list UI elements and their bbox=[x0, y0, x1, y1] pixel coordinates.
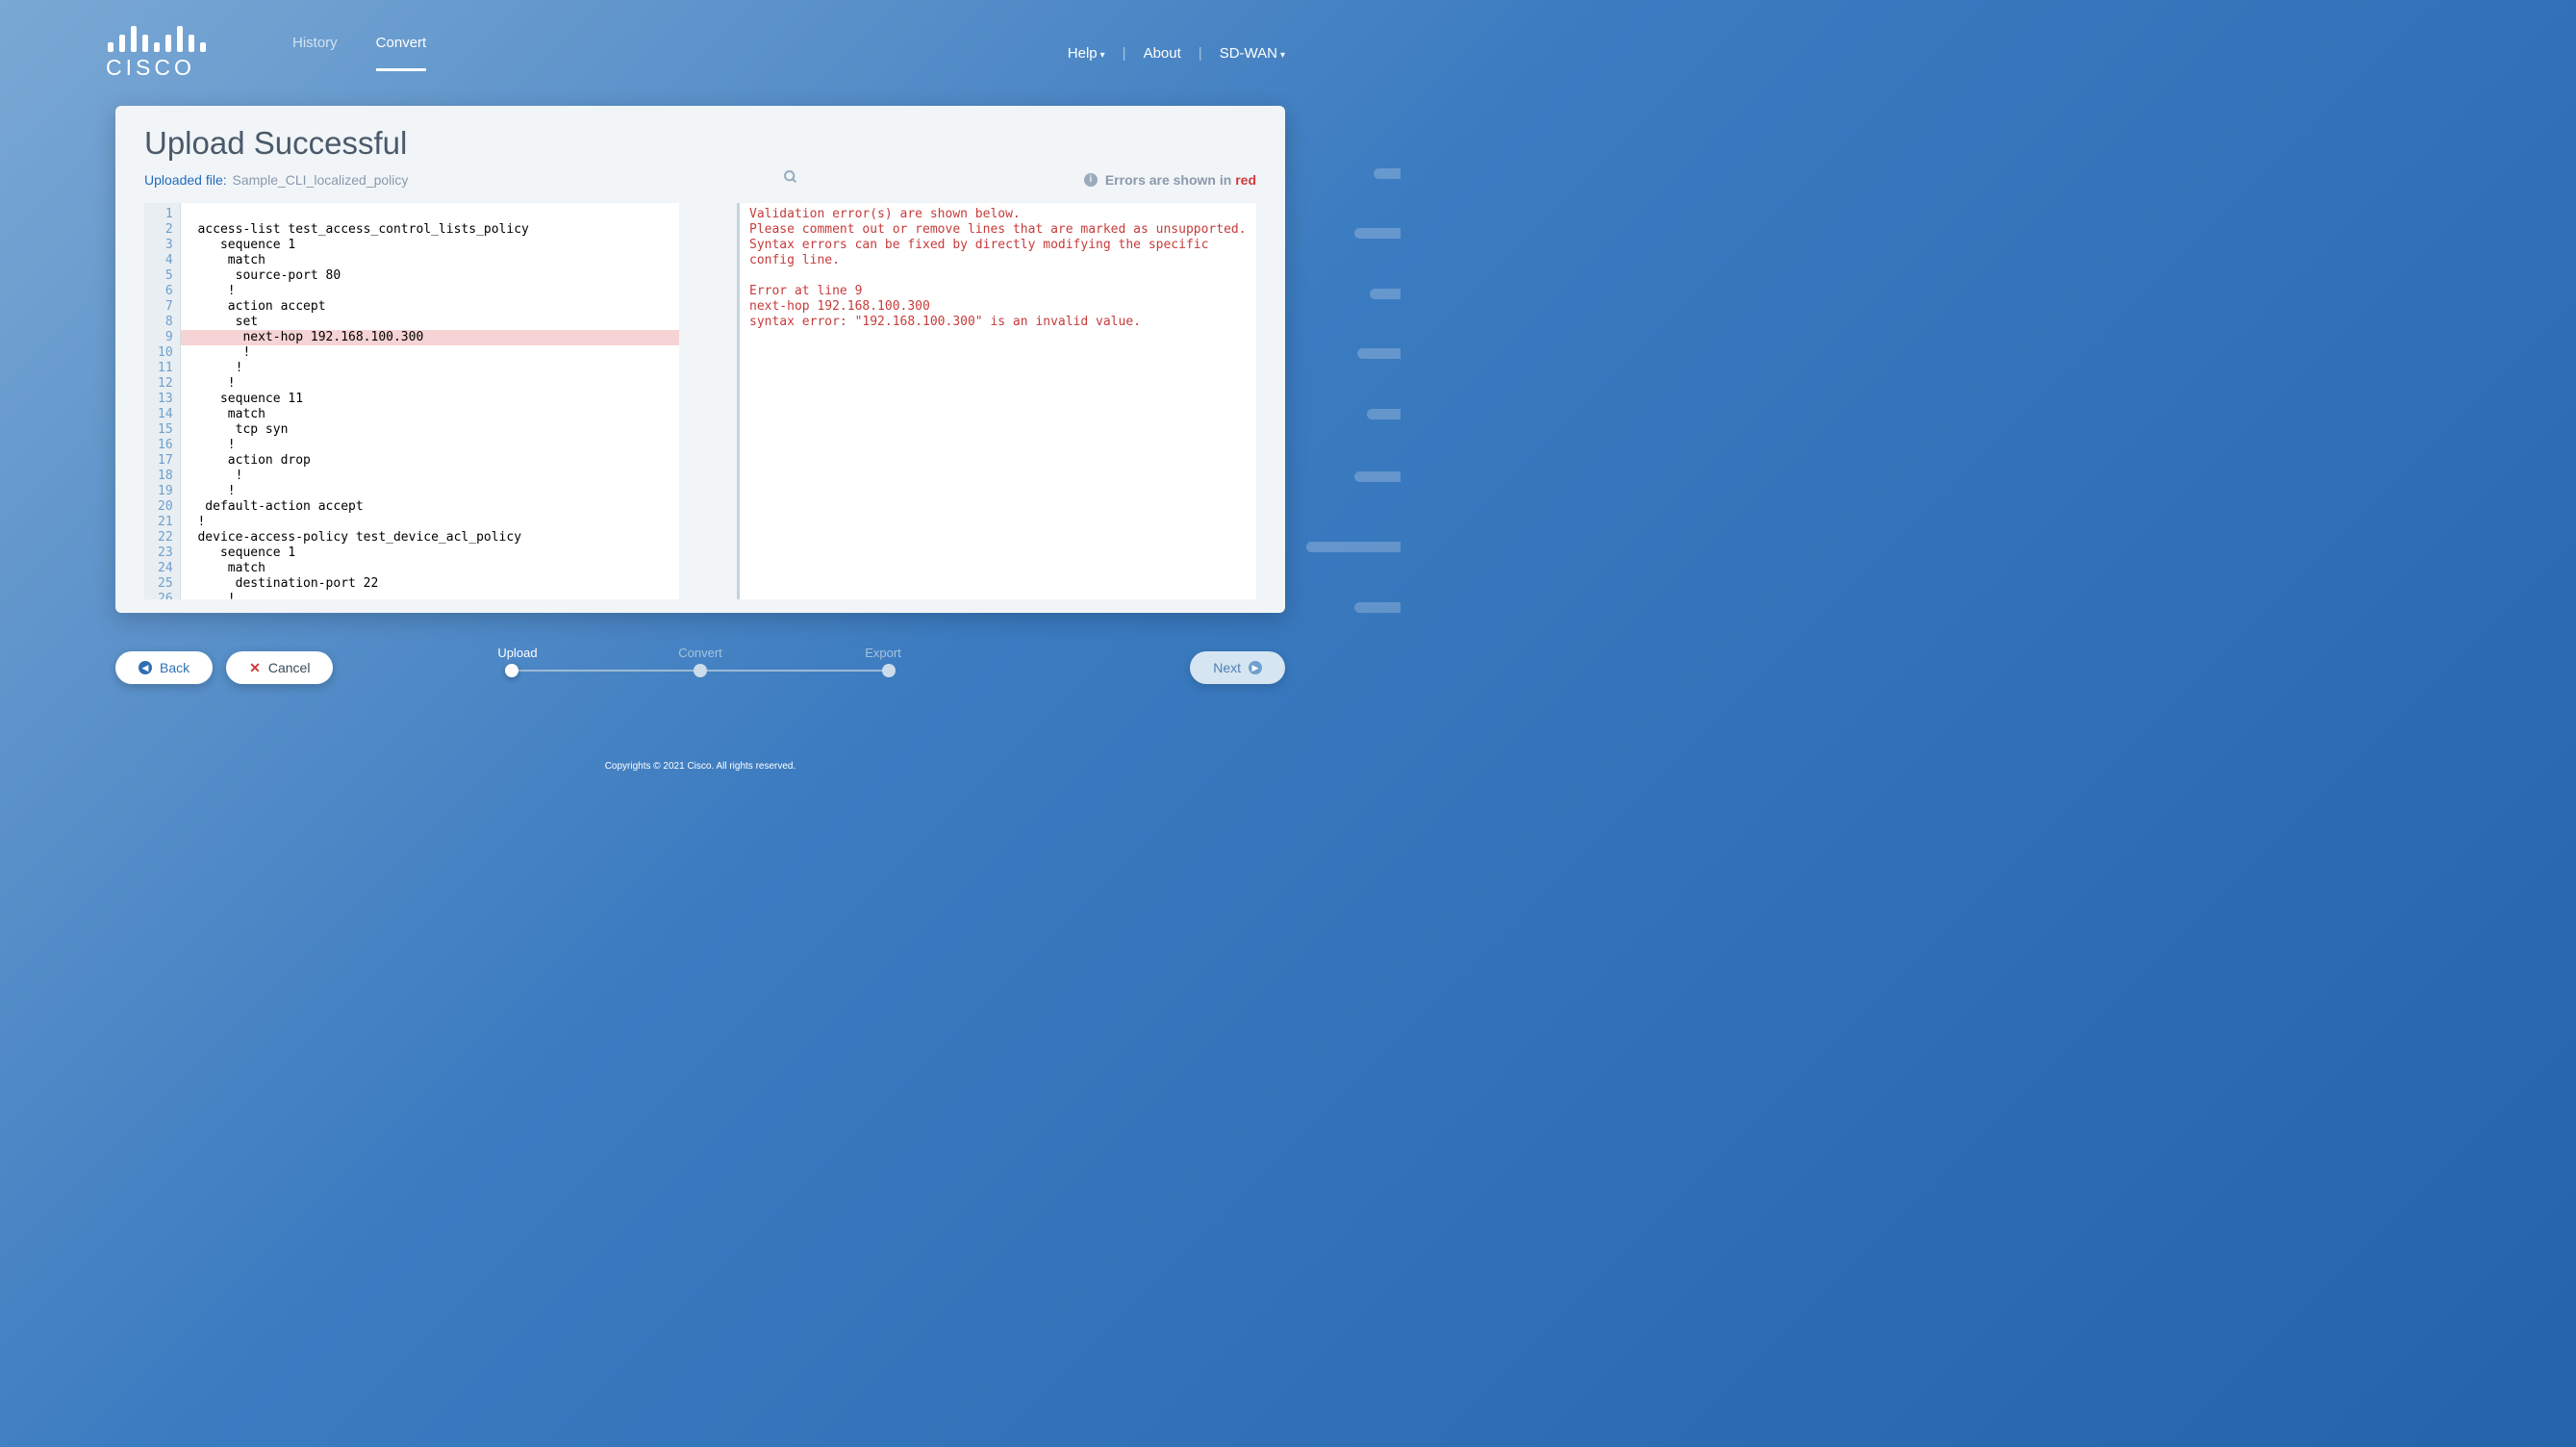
chevron-down-icon: ▾ bbox=[1100, 50, 1105, 61]
info-icon: i bbox=[1084, 173, 1098, 187]
code-line[interactable]: ! bbox=[190, 592, 236, 599]
step-export: Export bbox=[845, 646, 922, 660]
progress-stepper: Upload Convert Export bbox=[479, 646, 922, 672]
step-convert: Convert bbox=[662, 646, 739, 660]
cancel-button[interactable]: ✕ Cancel bbox=[226, 651, 333, 684]
copyright: Copyrights © 2021 Cisco. All rights rese… bbox=[0, 761, 1401, 772]
uploaded-file-label: Uploaded file: bbox=[144, 172, 227, 188]
step-upload: Upload bbox=[479, 646, 556, 660]
step-dot-convert bbox=[694, 664, 707, 677]
validation-pane: Validation error(s) are shown below. Ple… bbox=[737, 203, 1256, 599]
cisco-logo: CISCO bbox=[106, 26, 206, 81]
close-icon: ✕ bbox=[249, 660, 261, 676]
code-line[interactable]: match bbox=[190, 253, 265, 267]
code-line[interactable]: ! bbox=[190, 345, 251, 360]
back-button[interactable]: ◀ Back bbox=[115, 651, 213, 684]
code-line[interactable]: ! bbox=[190, 438, 236, 452]
search-icon[interactable] bbox=[783, 169, 798, 190]
chevron-left-icon: ◀ bbox=[139, 661, 152, 674]
code-line[interactable]: access-list test_access_control_lists_po… bbox=[190, 222, 529, 237]
code-line[interactable]: ! bbox=[190, 515, 206, 529]
code-line[interactable]: source-port 80 bbox=[190, 268, 341, 283]
code-line[interactable]: ! bbox=[190, 484, 236, 498]
step-dot-export bbox=[882, 664, 896, 677]
sdwan-link[interactable]: SD-WAN▾ bbox=[1220, 45, 1285, 62]
code-line-error[interactable]: next-hop 192.168.100.300 bbox=[181, 330, 679, 345]
next-button[interactable]: Next ▶ bbox=[1190, 651, 1285, 684]
step-dot-upload bbox=[505, 664, 518, 677]
code-line[interactable]: sequence 11 bbox=[190, 392, 303, 406]
nav-history[interactable]: History bbox=[292, 35, 338, 71]
about-link[interactable]: About bbox=[1144, 45, 1181, 62]
code-line[interactable]: destination-port 22 bbox=[190, 576, 379, 591]
code-line[interactable]: device-access-policy test_device_acl_pol… bbox=[190, 530, 521, 545]
code-line[interactable]: sequence 1 bbox=[190, 238, 296, 252]
nav-convert[interactable]: Convert bbox=[376, 35, 427, 71]
code-line[interactable]: sequence 1 bbox=[190, 546, 296, 560]
code-content[interactable]: access-list test_access_control_lists_po… bbox=[181, 203, 679, 599]
code-line[interactable]: ! bbox=[190, 376, 236, 391]
code-line[interactable]: set bbox=[190, 315, 258, 329]
code-line[interactable]: ! bbox=[190, 469, 243, 483]
chevron-down-icon: ▾ bbox=[1280, 50, 1285, 61]
code-editor[interactable]: 1234567891011121314151617181920212223242… bbox=[144, 203, 679, 599]
code-line[interactable]: match bbox=[190, 561, 265, 575]
code-line[interactable]: ! bbox=[190, 361, 243, 375]
line-gutter: 1234567891011121314151617181920212223242… bbox=[144, 203, 181, 599]
code-line[interactable]: action drop bbox=[190, 453, 311, 468]
uploaded-file-name: Sample_CLI_localized_policy bbox=[233, 172, 409, 188]
code-line[interactable]: ! bbox=[190, 284, 236, 298]
code-line[interactable]: match bbox=[190, 407, 265, 421]
help-link[interactable]: Help▾ bbox=[1068, 45, 1105, 62]
code-line[interactable]: tcp syn bbox=[190, 422, 289, 437]
page-title: Upload Successful bbox=[144, 125, 1256, 162]
chevron-right-icon: ▶ bbox=[1249, 661, 1262, 674]
code-line[interactable]: action accept bbox=[190, 299, 326, 314]
code-line[interactable]: default-action accept bbox=[190, 499, 364, 514]
main-card: Upload Successful Uploaded file: Sample_… bbox=[115, 106, 1285, 613]
errors-notice: i Errors are shown in red bbox=[1084, 172, 1256, 188]
